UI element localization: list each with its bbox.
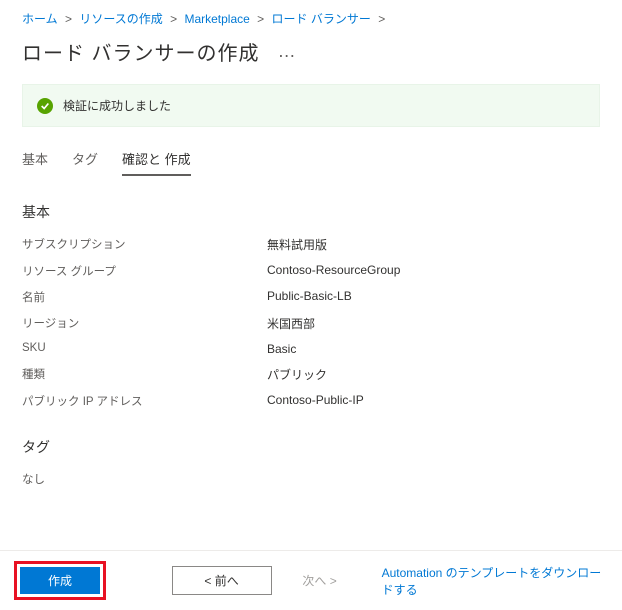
success-icon (37, 98, 53, 114)
next-button: 次へ > (280, 567, 360, 594)
more-menu-button[interactable]: … (278, 41, 296, 62)
previous-button[interactable]: < 前へ (172, 566, 272, 595)
label-public-ip: パブリック IP アドレス (22, 393, 267, 409)
label-type: 種類 (22, 366, 267, 383)
label-resource-group: リソース グループ (22, 263, 267, 279)
tabs: 基本 タグ 確認と 作成 (0, 149, 622, 176)
breadcrumb-sep: > (378, 12, 385, 26)
page-title: ロード バランサーの作成 (22, 37, 260, 66)
row-sku: SKU Basic (22, 342, 600, 356)
review-content: 基本 サブスクリプション 無料試用版 リソース グループ Contoso-Res… (0, 176, 622, 507)
label-sku: SKU (22, 342, 267, 356)
value-name: Public-Basic-LB (267, 289, 352, 305)
tab-basic[interactable]: 基本 (22, 149, 48, 176)
row-resource-group: リソース グループ Contoso-ResourceGroup (22, 263, 600, 279)
create-button[interactable]: 作成 (20, 567, 100, 594)
value-region: 米国西部 (267, 315, 315, 332)
value-resource-group: Contoso-ResourceGroup (267, 263, 400, 279)
label-name: 名前 (22, 289, 267, 305)
page-header: ロード バランサーの作成 … (0, 33, 622, 80)
tab-review-create[interactable]: 確認と 作成 (122, 149, 191, 176)
section-tags-title: タグ (22, 437, 600, 457)
tab-tags[interactable]: タグ (72, 149, 98, 176)
row-name: 名前 Public-Basic-LB (22, 289, 600, 305)
validation-message: 検証に成功しました (63, 97, 171, 114)
row-region: リージョン 米国西部 (22, 315, 600, 332)
breadcrumb-sep: > (257, 12, 264, 26)
value-public-ip: Contoso-Public-IP (267, 393, 364, 409)
footer: 作成 < 前へ 次へ > Automation のテンプレートをダウンロードする (0, 550, 622, 610)
breadcrumb-load-balancer[interactable]: ロード バランサー (272, 12, 371, 26)
breadcrumb-create-resource[interactable]: リソースの作成 (79, 12, 162, 26)
label-subscription: サブスクリプション (22, 236, 267, 253)
breadcrumb-sep: > (170, 12, 177, 26)
row-public-ip: パブリック IP アドレス Contoso-Public-IP (22, 393, 600, 409)
section-basic-title: 基本 (22, 202, 600, 222)
download-automation-template-link[interactable]: Automation のテンプレートをダウンロードする (382, 564, 608, 598)
label-region: リージョン (22, 315, 267, 332)
create-highlight: 作成 (14, 561, 106, 600)
tags-empty: なし (22, 471, 600, 487)
value-sku: Basic (267, 342, 296, 356)
row-subscription: サブスクリプション 無料試用版 (22, 236, 600, 253)
breadcrumb-marketplace[interactable]: Marketplace (184, 12, 249, 26)
validation-banner: 検証に成功しました (22, 84, 600, 127)
value-subscription: 無料試用版 (267, 236, 327, 253)
breadcrumb-home[interactable]: ホーム (22, 12, 58, 26)
value-type: パブリック (267, 366, 327, 383)
breadcrumb-sep: > (65, 12, 72, 26)
row-type: 種類 パブリック (22, 366, 600, 383)
tags-empty-text: なし (22, 471, 267, 487)
breadcrumb: ホーム > リソースの作成 > Marketplace > ロード バランサー … (0, 0, 622, 33)
